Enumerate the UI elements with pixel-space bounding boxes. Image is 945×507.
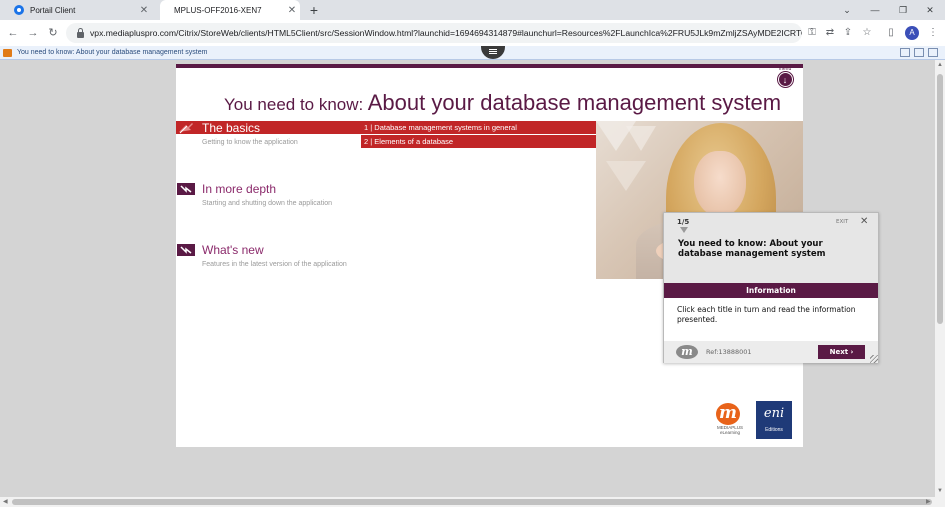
tab-portail-client[interactable]: Portail Client ✕ xyxy=(6,0,152,20)
tab-search-chevron-icon[interactable]: ⌄ xyxy=(836,0,858,20)
menu-label: menu xyxy=(778,66,792,72)
minimize-icon[interactable]: — xyxy=(864,0,886,20)
mediaplus-logo-mark: m xyxy=(716,403,740,425)
resize-grip-icon[interactable] xyxy=(870,355,878,363)
guide-message: Click each title in turn and read the in… xyxy=(677,305,856,324)
close-tab-icon[interactable]: ✕ xyxy=(136,5,152,16)
session-close-icon[interactable] xyxy=(928,48,938,57)
section-subtitle: Starting and shutting down the applicati… xyxy=(202,200,332,207)
guide-exit-label[interactable]: EXIT xyxy=(836,219,848,225)
horizontal-scroll-thumb[interactable] xyxy=(12,499,932,505)
key-icon[interactable]: ⚿ xyxy=(804,24,820,42)
mediaplus-logo: m MEDIAPLUS eLearning xyxy=(712,403,744,435)
next-button[interactable]: Next › xyxy=(818,345,865,359)
session-window-title: You need to know: About your database ma… xyxy=(17,49,208,56)
guide-footer: m Ref:13888001 Next › xyxy=(664,341,878,363)
guide-close-icon[interactable]: ✕ xyxy=(860,216,868,227)
photo-decoration xyxy=(596,121,656,191)
toolbar: ← → ↻ vpx.mediapluspro.com/Citrix/StoreW… xyxy=(0,20,945,46)
eni-editions-logo: eni Editions xyxy=(756,401,792,439)
slide-title-prefix: You need to know: xyxy=(224,95,364,114)
horizontal-scrollbar[interactable]: ◀ ▶ xyxy=(0,497,945,507)
guide-step-counter: 1/5 xyxy=(677,218,690,226)
section-subtitle: Getting to know the application xyxy=(202,139,298,146)
eni-logo-text: Editions xyxy=(765,427,783,433)
vertical-scroll-thumb[interactable] xyxy=(937,74,943,324)
guide-info-header: Information xyxy=(664,283,878,298)
new-tab-button[interactable]: + xyxy=(305,1,323,19)
session-restore-icon[interactable] xyxy=(914,48,924,57)
course-menu-button[interactable]: menu ↓ xyxy=(776,66,794,88)
guide-popup: 1/5 EXIT ✕ You need to know: About your … xyxy=(663,212,879,363)
lock-icon[interactable] xyxy=(77,28,84,38)
section-arrow-icon xyxy=(177,244,195,256)
session-info-bar: You need to know: About your database ma… xyxy=(0,46,945,60)
side-panel-icon[interactable]: ▯ xyxy=(883,24,899,42)
tab-title: MPLUS-OFF2016-XEN7 xyxy=(174,5,262,15)
more-icon[interactable]: ⋮ xyxy=(925,24,941,42)
share-icon[interactable]: ⇪ xyxy=(840,24,856,42)
sub-link-elements-database[interactable]: 2 | Elements of a database xyxy=(361,135,597,149)
tab-title: Portail Client xyxy=(30,5,76,15)
section-title[interactable]: The basics xyxy=(202,121,260,135)
mediaplus-small-logo-icon: m xyxy=(676,345,698,359)
section-title[interactable]: What's new xyxy=(202,243,264,257)
section-arrow-icon xyxy=(179,123,193,134)
menu-arrow-icon: ↓ xyxy=(777,72,793,87)
publisher-logos: m MEDIAPLUS eLearning eni Editions xyxy=(706,401,796,441)
citrix-favicon-icon xyxy=(14,5,24,15)
scroll-up-icon[interactable]: ▲ xyxy=(937,62,943,68)
forward-icon[interactable]: → xyxy=(24,24,42,42)
chevron-right-icon: › xyxy=(850,348,854,356)
restore-icon[interactable]: ❐ xyxy=(892,0,914,20)
slide-top-band xyxy=(176,64,803,68)
next-button-label: Next xyxy=(829,348,849,356)
reload-icon[interactable]: ↻ xyxy=(44,24,62,42)
scroll-right-icon[interactable]: ▶ xyxy=(926,498,931,505)
close-tab-icon[interactable]: ✕ xyxy=(284,5,300,16)
star-icon[interactable]: ☆ xyxy=(859,24,875,42)
app-icon xyxy=(3,48,12,57)
section-title[interactable]: In more depth xyxy=(202,182,276,196)
section-arrow-icon xyxy=(177,183,195,195)
section-subtitle: Features in the latest version of the ap… xyxy=(202,261,347,268)
profile-avatar[interactable]: A xyxy=(905,26,919,40)
tab-strip: Portail Client ✕ MPLUS-OFF2016-XEN7 ✕ + … xyxy=(0,0,945,20)
vertical-scrollbar[interactable]: ▲ ▼ xyxy=(935,60,945,497)
window-close-icon[interactable]: ✕ xyxy=(919,0,941,20)
scroll-left-icon[interactable]: ◀ xyxy=(3,498,8,505)
sub-link-list: 1 | Database management systems in gener… xyxy=(361,121,597,149)
session-minimize-icon[interactable] xyxy=(900,48,910,57)
tab-session-window[interactable]: MPLUS-OFF2016-XEN7 ✕ xyxy=(160,0,300,20)
photo-face xyxy=(694,151,746,217)
eni-logo-mark: eni xyxy=(763,406,785,421)
address-bar[interactable]: vpx.mediapluspro.com/Citrix/StoreWeb/cli… xyxy=(66,23,802,43)
slide-title-main: About your database management system xyxy=(367,90,782,115)
guide-title: You need to know: About your database ma… xyxy=(678,239,826,259)
guide-reference: Ref:13888001 xyxy=(706,348,752,356)
scroll-down-icon[interactable]: ▼ xyxy=(937,488,943,494)
sub-link-dbms-general[interactable]: 1 | Database management systems in gener… xyxy=(361,121,597,135)
back-icon[interactable]: ← xyxy=(4,24,22,42)
slide-title: You need to know: About your database ma… xyxy=(224,90,794,116)
translate-icon[interactable]: ⇄ xyxy=(822,24,838,42)
guide-pointer-icon xyxy=(680,227,688,233)
url-text[interactable]: vpx.mediapluspro.com/Citrix/StoreWeb/cli… xyxy=(90,28,802,38)
mediaplus-logo-text: MEDIAPLUS eLearning xyxy=(716,425,743,435)
